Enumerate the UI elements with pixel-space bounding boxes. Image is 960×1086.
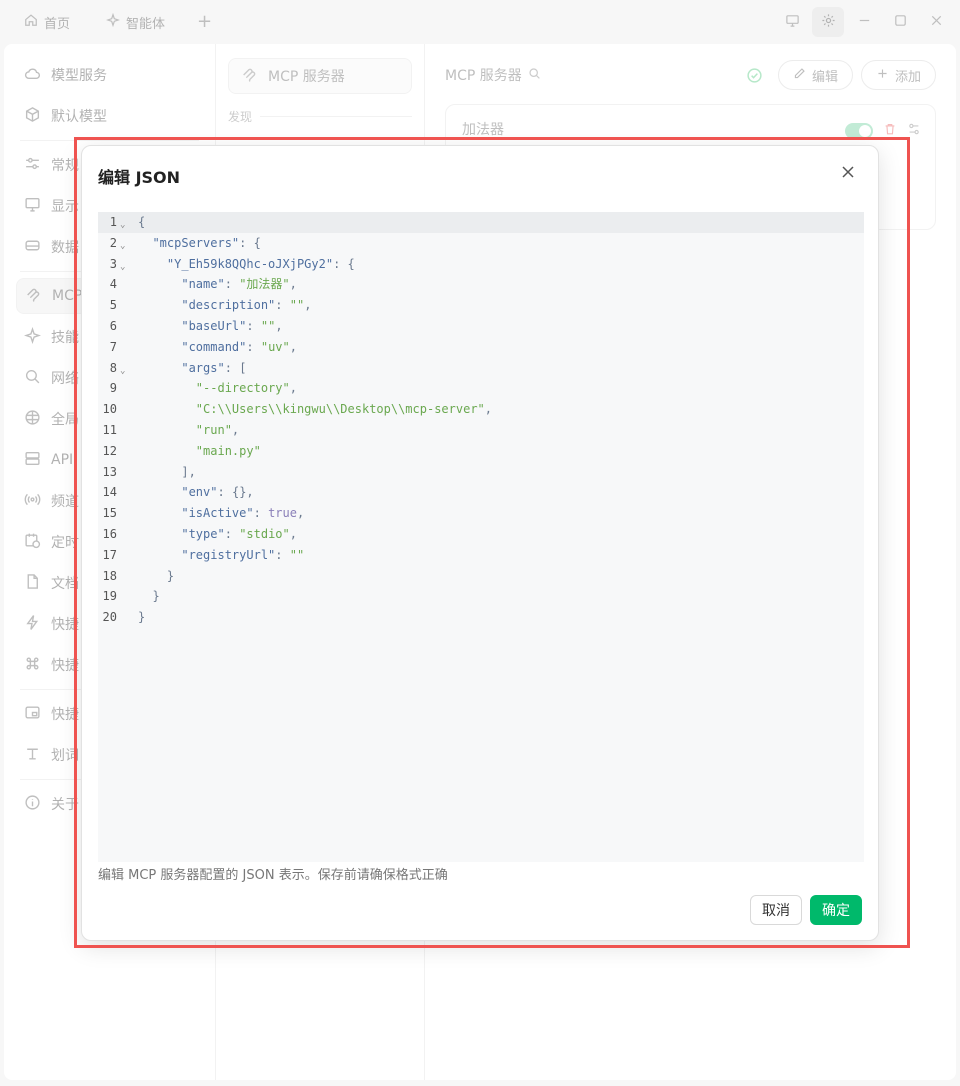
line-number: 12 [102, 443, 117, 458]
line-number: 13 [102, 464, 117, 479]
code-text: } [152, 589, 160, 604]
json-code-editor[interactable]: 1 ⌄{2 ⌄ "mcpServers": {3 ⌄ "Y_Eh59k8QQhc-oJ… [98, 212, 864, 862]
code-text: { [138, 215, 146, 229]
line-number: 7 [109, 339, 117, 354]
line-number: 10 [102, 402, 117, 417]
code-line: 3 ⌄ "Y_Eh59k8QQhc-oJXjPGy2": { [98, 254, 864, 275]
code-line: 18 } [98, 566, 864, 587]
line-number: 15 [102, 506, 117, 521]
line-number: 14 [102, 485, 117, 500]
code-text: } [138, 610, 146, 625]
line-number: 2 [109, 235, 117, 250]
edit-json-dialog: 编辑 JSON 1 ⌄{2 ⌄ "mcpServers": {3 ⌄ "Y_Eh59k… [81, 145, 879, 941]
code-line: 6 "baseUrl": "", [98, 316, 864, 337]
code-line: 11 "run", [98, 420, 864, 441]
cancel-button[interactable]: 取消 [750, 895, 802, 925]
code-text: "type": "stdio", [181, 527, 297, 541]
code-text: "baseUrl": "", [181, 319, 283, 333]
code-text: ], [181, 464, 196, 479]
code-text: } [166, 568, 175, 583]
code-line: 16 "type": "stdio", [98, 524, 864, 545]
code-line: 19 } [98, 586, 864, 607]
line-number: 11 [102, 423, 117, 437]
line-number: 16 [102, 527, 117, 541]
line-number: 17 [102, 547, 117, 562]
code-text: "--directory", [195, 381, 297, 396]
code-text: "description": "", [181, 298, 312, 313]
line-number: 18 [102, 568, 117, 583]
close-icon [840, 164, 856, 184]
code-line: 9 "--directory", [98, 378, 864, 399]
code-line: 7 "command": "uv", [98, 337, 864, 358]
line-number: 19 [102, 589, 117, 604]
code-text: "command": "uv", [181, 339, 297, 354]
code-text: "args": [ [181, 360, 247, 375]
code-text: "mcpServers": { [152, 235, 261, 250]
code-line: 10 "C:\\Users\\kingwu\\Desktop\\mcp-serv… [98, 399, 864, 420]
code-text: "run", [195, 423, 240, 437]
code-line: 20} [98, 607, 864, 628]
dialog-description: 编辑 MCP 服务器配置的 JSON 表示。保存前请确保格式正确 [98, 868, 448, 883]
code-text: "C:\\Users\\kingwu\\Desktop\\mcp-server"… [195, 402, 493, 417]
code-text: "registryUrl": "" [181, 547, 305, 562]
code-text: "main.py" [195, 443, 261, 458]
line-number: 6 [109, 319, 117, 333]
code-text: "Y_Eh59k8QQhc-oJXjPGy2": { [166, 256, 355, 271]
code-line: 8 ⌄ "args": [ [98, 358, 864, 379]
code-line: 4 "name": "加法器", [98, 274, 864, 295]
code-line: 17 "registryUrl": "" [98, 545, 864, 566]
code-text: "env": {}, [181, 485, 254, 500]
code-line: 5 "description": "", [98, 295, 864, 316]
code-line: 12 "main.py" [98, 441, 864, 462]
line-number: 4 [109, 277, 117, 292]
line-number: 3 [109, 256, 117, 271]
code-line: 1 ⌄{ [98, 212, 864, 233]
code-line: 2 ⌄ "mcpServers": { [98, 233, 864, 254]
line-number: 9 [109, 381, 117, 396]
dialog-close-button[interactable] [838, 164, 858, 184]
dialog-footer: 取消 确定 [750, 895, 862, 925]
code-line: 13 ], [98, 462, 864, 483]
confirm-button[interactable]: 确定 [810, 895, 862, 925]
app-window: 首页 智能体 + 模型服务 默认模型 常规 显示 数据 MCP 技能 网络 全局… [0, 0, 960, 1086]
code-text: "isActive": true, [181, 506, 305, 521]
dialog-title: 编辑 JSON [98, 168, 181, 187]
line-number: 20 [102, 610, 117, 625]
code-text: "name": "加法器", [181, 277, 297, 292]
line-number: 1 [109, 215, 117, 229]
code-line: 14 "env": {}, [98, 482, 864, 503]
line-number: 5 [109, 298, 117, 313]
line-number: 8 [109, 360, 117, 375]
code-line: 15 "isActive": true, [98, 503, 864, 524]
